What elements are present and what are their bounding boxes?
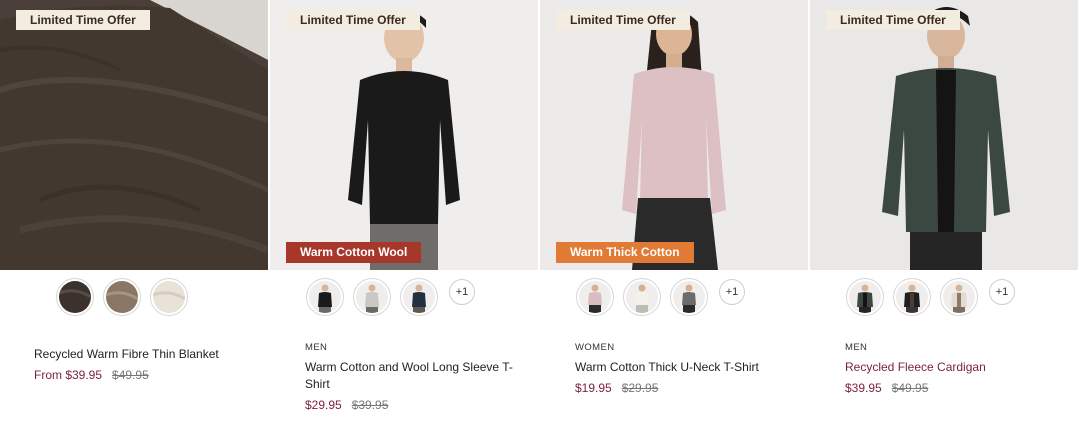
swatch-navy[interactable] [400, 278, 438, 316]
product-card: Limited Time Offer Recycled Warm Fibre T… [0, 0, 268, 448]
product-title[interactable]: Recycled Warm Fibre Thin Blanket [34, 346, 254, 363]
product-image[interactable]: Limited Time Offer [0, 0, 268, 270]
product-title[interactable]: Warm Cotton Thick U-Neck T-Shirt [575, 359, 795, 376]
swatch-charcoal[interactable] [670, 278, 708, 316]
more-colors-button[interactable]: +1 [989, 279, 1015, 305]
product-card: Limited Time Offer +1 MEN Recycled Fleec… [810, 0, 1078, 448]
original-price: $49.95 [891, 381, 929, 395]
more-colors-button[interactable]: +1 [449, 279, 475, 305]
color-swatches: +1 [846, 278, 1015, 316]
feature-badge: Warm Cotton Wool [286, 242, 422, 263]
product-card: Limited Time Offer Warm Cotton Wool +1 M… [270, 0, 538, 448]
color-swatches: +1 [306, 278, 475, 316]
product-image[interactable]: Limited Time Offer Warm Thick Cotton [540, 0, 808, 270]
product-title[interactable]: Warm Cotton and Wool Long Sleeve T-Shirt [305, 359, 525, 393]
swatch-off-white[interactable] [623, 278, 661, 316]
current-price: $29.95 [305, 398, 342, 412]
swatch-black[interactable] [893, 278, 931, 316]
limited-offer-badge: Limited Time Offer [16, 10, 150, 30]
product-title[interactable]: Recycled Fleece Cardigan [845, 359, 1065, 376]
product-info: MEN Warm Cotton and Wool Long Sleeve T-S… [305, 342, 525, 412]
limited-offer-badge: Limited Time Offer [286, 10, 420, 30]
product-grid: Limited Time Offer Recycled Warm Fibre T… [0, 0, 1080, 448]
swatch-light-grey[interactable] [353, 278, 391, 316]
gender-label: WOMEN [575, 342, 615, 353]
swatch-dark-brown[interactable] [56, 278, 94, 316]
product-price: $29.95 $39.95 [305, 398, 525, 412]
feature-badge: Warm Thick Cotton [556, 242, 694, 263]
original-price: $49.95 [112, 368, 149, 382]
product-info: Recycled Warm Fibre Thin Blanket From $3… [34, 346, 254, 382]
color-swatches: +1 [576, 278, 745, 316]
product-info: MEN Recycled Fleece Cardigan $39.95 $49.9… [845, 342, 1065, 395]
blanket-photo [0, 0, 268, 270]
product-image[interactable]: Limited Time Offer [810, 0, 1078, 270]
swatch-black[interactable] [306, 278, 344, 316]
product-price: $39.95 $49.95 [845, 381, 1065, 395]
swatch-beige[interactable] [940, 278, 978, 316]
product-image[interactable]: Limited Time Offer Warm Cotton Wool [270, 0, 538, 270]
swatch-taupe[interactable] [103, 278, 141, 316]
limited-offer-badge: Limited Time Offer [556, 10, 690, 30]
swatch-pink[interactable] [576, 278, 614, 316]
model-photo [540, 0, 808, 270]
swatch-dark-green[interactable] [846, 278, 884, 316]
original-price: $29.95 [621, 381, 659, 395]
gender-label: MEN [845, 342, 868, 353]
color-swatches [56, 278, 188, 316]
current-price: $39.95 [845, 381, 882, 395]
product-card: Limited Time Offer Warm Thick Cotton +1 … [540, 0, 808, 448]
swatch-ivory[interactable] [150, 278, 188, 316]
more-colors-button[interactable]: +1 [719, 279, 745, 305]
product-price: From $39.95 $49.95 [34, 368, 254, 382]
current-price: From $39.95 [34, 368, 103, 382]
product-price: $19.95 $29.95 [575, 381, 795, 395]
limited-offer-badge: Limited Time Offer [826, 10, 960, 30]
original-price: $39.95 [351, 398, 389, 412]
gender-label: MEN [305, 342, 328, 353]
model-photo [270, 0, 538, 270]
model-photo [810, 0, 1078, 270]
current-price: $19.95 [575, 381, 612, 395]
product-info: WOMEN Warm Cotton Thick U-Neck T-Shirt $… [575, 342, 795, 395]
